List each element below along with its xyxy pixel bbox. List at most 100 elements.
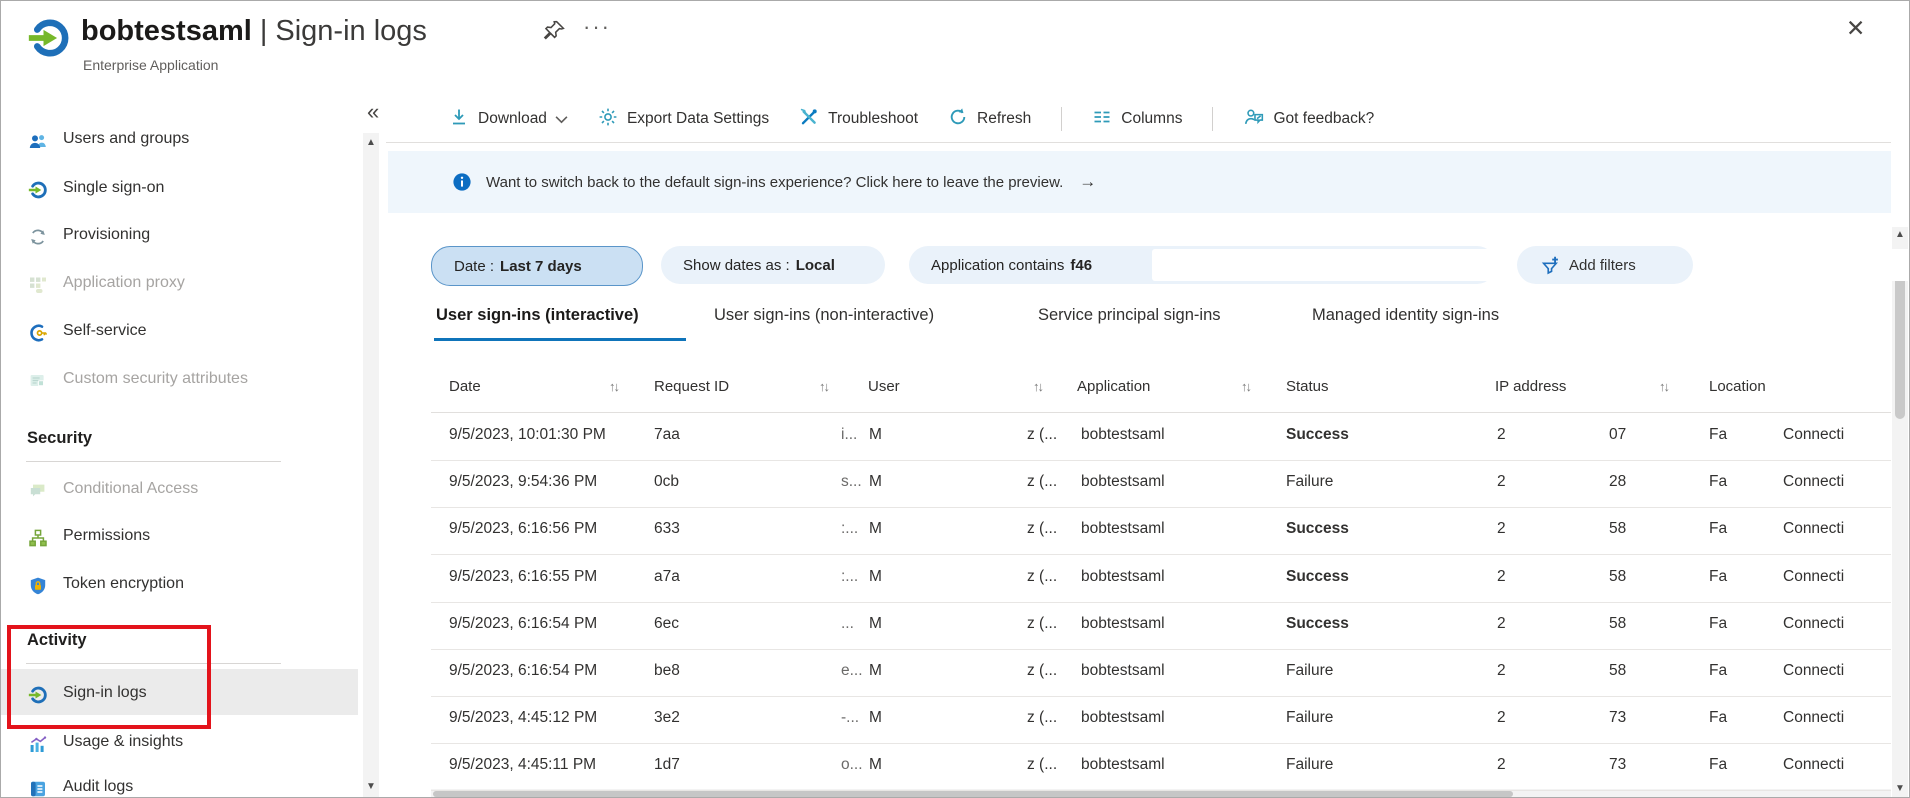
cell-status: Failure [1286, 473, 1334, 491]
troubleshoot-button[interactable]: Troubleshoot [799, 107, 918, 132]
chevron-down-icon [555, 115, 568, 123]
feedback-icon [1243, 106, 1264, 132]
date-filter-pill[interactable]: Date : Last 7 days [431, 246, 643, 286]
cell-ip: 2 [1497, 709, 1506, 727]
cell-ip-fragment: 58 [1609, 520, 1627, 538]
cell-location: Fa [1709, 520, 1728, 538]
sidebar-item-permissions[interactable]: Permissions [1, 515, 358, 561]
cell-request-id-fragment: ... [841, 614, 854, 632]
cell-ip: 2 [1497, 567, 1506, 585]
table-row[interactable]: 9/5/2023, 6:16:54 PM be8 e... Mz (... bobtes… [431, 649, 1891, 697]
sidebar-section-security: Security [27, 429, 93, 447]
cell-location: Fa [1709, 614, 1728, 632]
tab-user-sign-ins-non-interactive[interactable]: User sign-ins (non-interactive) [714, 306, 934, 325]
columns-button[interactable]: Columns [1092, 107, 1182, 132]
table-row[interactable]: 9/5/2023, 6:16:54 PM 6ec... Mz (... bobtest… [431, 602, 1891, 650]
preview-banner-link[interactable]: Want to switch back to the default sign-… [486, 174, 1063, 191]
sidebar-item-audit-logs[interactable]: Audit logs [1, 766, 358, 797]
column-header-application[interactable]: Application [1077, 378, 1150, 395]
column-header-ip-address[interactable]: IP address [1495, 378, 1566, 395]
refresh-icon [948, 107, 968, 132]
cell-application: bobtestsaml [1081, 756, 1165, 774]
add-filter-icon [1539, 255, 1561, 275]
application-proxy-icon [28, 275, 48, 295]
cell-request-id: 633 [654, 520, 680, 538]
cell-status: Success [1286, 426, 1349, 443]
column-header-location[interactable]: Location [1709, 378, 1766, 395]
cell-location: Fa [1709, 567, 1728, 585]
application-filter-pill[interactable]: Application containsf46 7 [909, 246, 1909, 284]
table-right-scrollbar[interactable]: ▲ ▼ [1892, 227, 1908, 797]
tab-managed-identity-sign-ins[interactable]: Managed identity sign-ins [1312, 306, 1499, 325]
cell-application: bobtestsaml [1081, 567, 1165, 585]
app-name: bobtestsaml [81, 15, 252, 47]
token-encryption-icon [28, 576, 48, 596]
table-row[interactable]: 9/5/2023, 6:16:56 PM 633:... Mz (... bobtes… [431, 507, 1891, 556]
scroll-down-icon[interactable]: ▼ [1892, 781, 1908, 797]
settings-gear-icon [598, 107, 618, 132]
cell-user-fragment: z (... [1027, 426, 1058, 443]
cell-user: M [869, 520, 882, 538]
cell-location-fragment: Connecti [1783, 520, 1845, 538]
permissions-icon [28, 528, 48, 548]
tab-user-sign-ins-interactive[interactable]: User sign-ins (interactive) [436, 306, 639, 325]
scroll-up-icon[interactable]: ▲ [1892, 227, 1908, 243]
sidebar-item-label: Single sign-on [63, 179, 165, 196]
cell-application: bobtestsaml [1081, 614, 1165, 632]
table-row[interactable]: 9/5/2023, 6:16:55 PM a7a:... Mz (... bobtes… [431, 555, 1891, 603]
sidebar-item-conditional-access[interactable]: Conditional Access [1, 468, 358, 514]
usage-insights-icon [28, 734, 48, 754]
scroll-up-icon[interactable]: ▲ [363, 135, 379, 151]
export-data-settings-button[interactable]: Export Data Settings [598, 107, 769, 132]
arrow-right-icon[interactable]: → [1079, 172, 1096, 192]
column-header-date[interactable]: Date [449, 378, 481, 395]
more-options-icon[interactable]: ··· [583, 14, 611, 40]
sidebar-item-label: Usage & insights [63, 733, 184, 750]
sidebar-item-provisioning[interactable]: Provisioning [1, 214, 358, 260]
cell-location: Fa [1709, 473, 1728, 491]
sidebar-item-self-service[interactable]: Self-service [1, 310, 358, 356]
cell-user-fragment: z (... [1027, 614, 1058, 632]
cell-status: Failure [1286, 756, 1334, 774]
cell-status: Failure [1286, 662, 1334, 679]
refresh-button[interactable]: Refresh [948, 107, 1031, 132]
column-header-status[interactable]: Status [1286, 378, 1329, 395]
scroll-down-icon[interactable]: ▼ [363, 779, 379, 795]
sidebar-item-users-and-groups[interactable]: Users and groups [1, 118, 358, 164]
column-header-request-id[interactable]: Request ID [654, 378, 729, 395]
content-left-scrollbar[interactable]: ▲ ▼ [363, 133, 379, 797]
table-row[interactable]: 9/5/2023, 9:54:36 PM 0cb s... Mz (... bobtes… [431, 460, 1891, 509]
got-feedback-button[interactable]: Got feedback? [1243, 106, 1374, 132]
close-icon[interactable]: ✕ [1846, 15, 1865, 42]
add-filters-button[interactable]: Add filters [1517, 246, 1693, 284]
cell-location-fragment: Connecti [1783, 426, 1845, 443]
title-separator: | [259, 15, 268, 47]
troubleshoot-icon [799, 107, 819, 132]
section-divider [26, 461, 281, 462]
conditional-access-icon [28, 481, 48, 501]
table-row[interactable]: 9/5/2023, 4:45:11 PM 1d7 o... Mz (... bobtes… [431, 743, 1891, 792]
cell-location-fragment: Connecti [1783, 709, 1845, 727]
sidebar-item-token-encryption[interactable]: Token encryption [1, 563, 358, 609]
cell-location-fragment: Connecti [1783, 567, 1845, 585]
sidebar-item-application-proxy[interactable]: Application proxy [1, 262, 358, 308]
info-icon [452, 172, 472, 192]
column-header-user[interactable]: User [868, 378, 900, 395]
cell-location: Fa [1709, 426, 1728, 443]
table-row[interactable]: 9/5/2023, 10:01:30 PM 7aa i... Mz (... bobte… [431, 413, 1891, 461]
cell-user: M [869, 567, 882, 585]
cell-request-id-fragment: i... [841, 426, 858, 443]
sidebar-item-single-sign-on[interactable]: Single sign-on [1, 167, 358, 213]
collapse-menu-icon[interactable]: « [367, 99, 379, 125]
download-button[interactable]: Download [449, 107, 568, 132]
tab-service-principal-sign-ins[interactable]: Service principal sign-ins [1038, 306, 1221, 325]
cell-location: Fa [1709, 709, 1728, 727]
sidebar-item-custom-security-attributes[interactable]: Custom security attributes [1, 358, 358, 404]
table-row[interactable]: 9/5/2023, 4:45:12 PM 3e2 -... Mz (... bobtes… [431, 696, 1891, 745]
pin-icon[interactable] [542, 19, 566, 43]
cell-date: 9/5/2023, 6:16:56 PM [449, 520, 598, 538]
toolbar-divider [1061, 107, 1063, 131]
custom-security-attributes-icon [28, 371, 48, 391]
cell-location: Fa [1709, 662, 1728, 679]
show-dates-as-filter-pill[interactable]: Show dates as : Local [661, 246, 885, 284]
